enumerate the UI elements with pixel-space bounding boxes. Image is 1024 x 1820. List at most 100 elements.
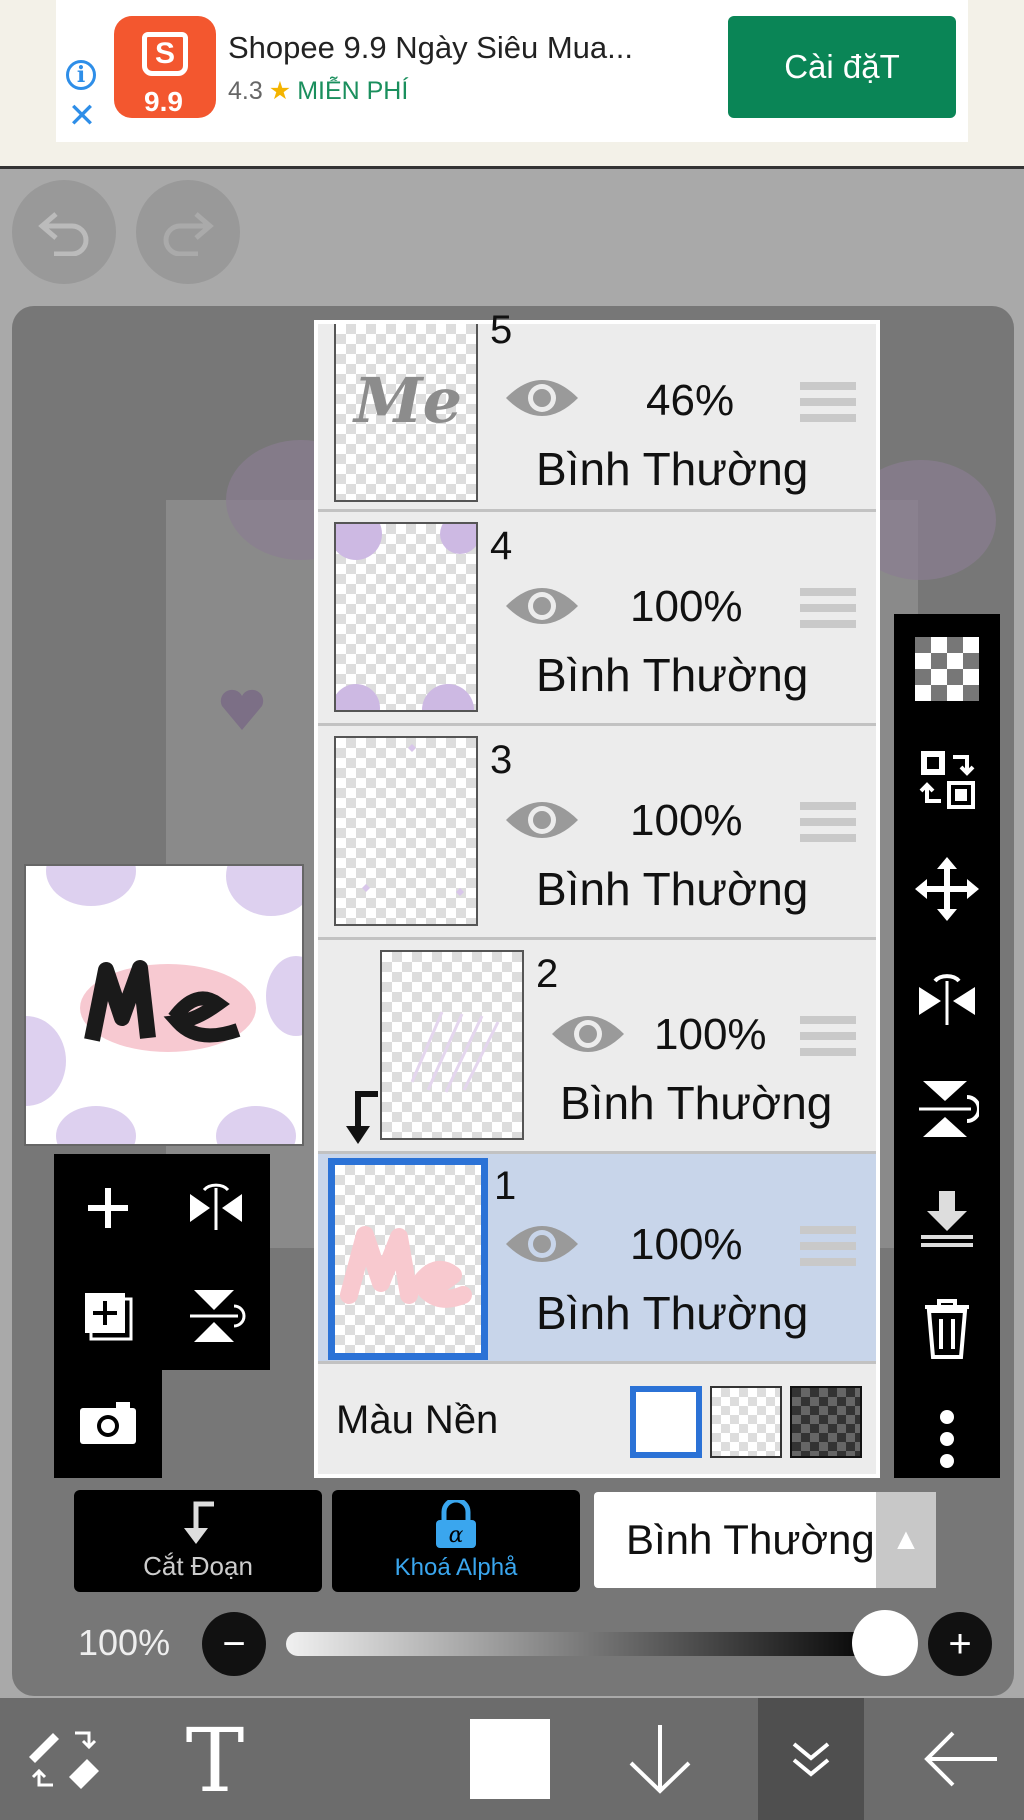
alpha-lock-button[interactable]: α Khoá Alphå [332,1490,580,1592]
move-icon [915,857,979,921]
slider-knob[interactable] [852,1610,918,1676]
layer-down-button[interactable] [610,1698,710,1820]
eye-icon[interactable] [504,1220,580,1268]
layer-number: 3 [490,738,513,782]
flip-horizontal-icon [919,974,975,1025]
decrease-button[interactable]: − [202,1612,266,1676]
layer-blend-mode: Bình Thường [536,863,809,915]
layer-row[interactable]: 4 100% Bình Thường [318,512,876,726]
merge-down-button[interactable] [894,1164,1000,1274]
layer-opacity: 46% [646,376,735,425]
layer-blend-mode: Bình Thường [536,443,809,495]
layer-thumbnail [334,736,478,926]
layer-tools-right [894,614,1000,1478]
drag-handle-icon[interactable] [800,380,856,424]
more-vertical-icon [940,1410,954,1468]
arrow-down-icon [629,1725,691,1794]
drag-handle-icon[interactable] [800,1014,856,1058]
add-image-layer-button[interactable] [54,1262,162,1370]
star-icon: ★ [268,77,292,105]
layer-opacity: 100% [630,582,743,631]
flip-vertical-icon [919,1081,979,1137]
swap-button[interactable] [894,724,1000,834]
arrow-left-icon [924,1731,997,1787]
background-color-label: Màu Nền [336,1398,499,1442]
blend-mode-select[interactable]: Bình Thường ▲ [594,1492,936,1588]
rating-value: 4.3 [228,77,263,105]
back-button[interactable] [906,1698,1016,1820]
ad-banner: i ✕ S 9.9 Shopee 9.9 Ngày Siêu Mua... 4.… [0,0,1024,169]
more-options-button[interactable] [894,1384,1000,1494]
minus-icon: − [222,1621,246,1666]
camera-icon [80,1402,136,1444]
brush-eraser-icon [29,1731,99,1789]
drag-handle-icon[interactable] [800,1224,856,1268]
layer-thumbnail [380,950,524,1140]
flip-vertical-icon [190,1290,246,1342]
transparency-button[interactable] [894,614,1000,724]
info-icon[interactable]: i [66,60,96,90]
svg-text:Me: Me [352,364,462,437]
add-layer-copy-icon [85,1293,133,1341]
layer-opacity: 100% [654,1010,767,1059]
layer-row[interactable]: Me 5 46% Bình Thường [318,308,876,512]
eye-icon[interactable] [550,1010,626,1058]
eye-icon[interactable] [504,374,580,422]
background-dark-swatch[interactable] [790,1386,862,1458]
merge-down-icon [921,1191,973,1247]
undo-icon [38,212,89,256]
redo-button[interactable] [136,180,240,284]
redo-icon [163,212,214,256]
current-color-swatch [470,1719,550,1799]
layer-panel: Me 5 46% Bình Thường 4 100% Bình Thường … [314,308,880,1478]
background-color-row: Màu Nền [318,1364,876,1474]
bottom-toolbar: T [0,1698,1024,1820]
layer-number: 4 [490,524,513,568]
svg-text:T: T [186,1719,245,1799]
drag-handle-icon[interactable] [800,800,856,844]
drag-handle-icon[interactable] [800,586,856,630]
increase-button[interactable]: + [928,1612,992,1676]
brush-eraser-toggle[interactable] [10,1698,120,1820]
move-button[interactable] [894,834,1000,944]
layer-row-selected[interactable]: 1 100% Bình Thường [318,1154,876,1364]
opacity-slider[interactable] [286,1632,886,1656]
add-layer-button[interactable] [54,1154,162,1262]
layer-thumbnail [334,522,478,712]
flip-horizontal-button[interactable] [162,1154,270,1262]
layer-row[interactable]: 3 100% Bình Thường [318,726,876,940]
text-tool-button[interactable]: T [160,1698,270,1820]
flip-vertical-button[interactable] [162,1262,270,1370]
color-button[interactable] [460,1698,560,1820]
flip-layer-horizontal-button[interactable] [894,944,1000,1054]
close-icon[interactable]: ✕ [64,98,100,134]
layer-thumbnail: Me [334,324,478,502]
eye-icon[interactable] [504,582,580,630]
background-white-swatch[interactable] [630,1386,702,1458]
install-button[interactable]: Cài đặT [728,16,956,118]
heart-icon [220,689,264,730]
plus-icon: + [948,1621,972,1666]
collapse-button[interactable] [758,1698,864,1820]
ad-title: Shopee 9.9 Ngày Siêu Mua... [228,30,633,65]
alpha-lock-label: Khoá Alphå [394,1554,518,1581]
ad-rating: 4.3 ★ MIỄN PHÍ [228,76,408,106]
dropdown-arrow-icon[interactable]: ▲ [876,1492,936,1588]
ad-card[interactable]: i ✕ S 9.9 Shopee 9.9 Ngày Siêu Mua... 4.… [56,0,968,142]
camera-button[interactable] [54,1368,162,1476]
eye-icon[interactable] [504,796,580,844]
undo-button[interactable] [12,180,116,284]
clipping-button[interactable]: Cắt Đoạn [74,1490,322,1592]
canvas-preview[interactable] [24,864,304,1146]
logo-text: 9.9 [144,86,183,117]
checker-icon [915,637,979,701]
layer-row[interactable]: 2 100% Bình Thường [318,940,876,1154]
opacity-value: 100% [78,1622,171,1663]
background-transparent-swatch[interactable] [710,1386,782,1458]
clipping-arrow-icon [184,1501,214,1544]
delete-layer-button[interactable] [894,1274,1000,1384]
svg-text:α: α [449,1523,464,1548]
flip-layer-vertical-button[interactable] [894,1054,1000,1164]
layer-tools-left [54,1154,270,1370]
lock-icon: α [436,1500,476,1548]
